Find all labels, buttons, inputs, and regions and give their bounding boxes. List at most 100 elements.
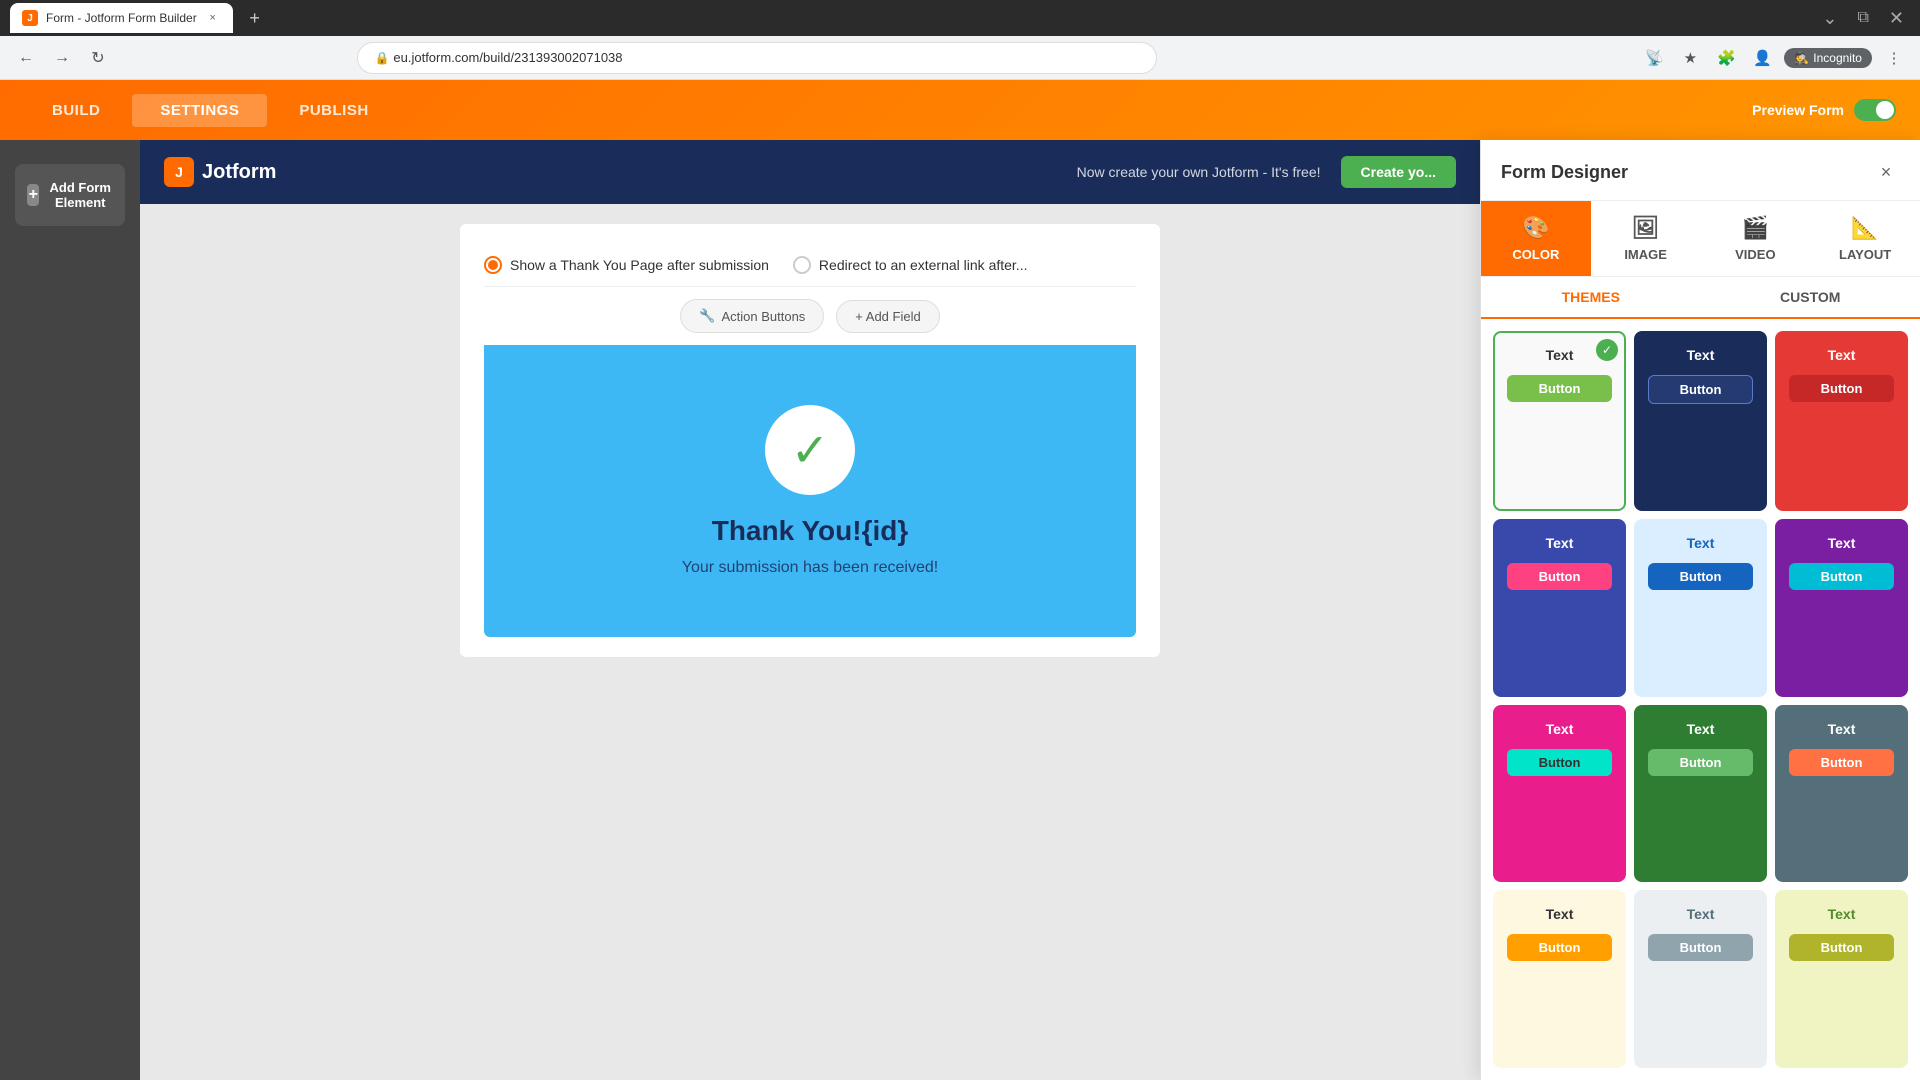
theme-slate[interactable]: Text Button — [1775, 705, 1908, 883]
theme-white[interactable]: ✓ Text Button — [1493, 331, 1626, 511]
action-buttons-row: 🔧 Action Buttons + Add Field — [484, 287, 1136, 345]
thank-you-title: Thank You!{id} — [508, 515, 1112, 547]
tab-title: Form - Jotform Form Builder — [46, 11, 197, 25]
theme-btn-navy: Button — [1648, 375, 1753, 404]
theme-silver[interactable]: Text Button — [1634, 890, 1767, 1068]
action-buttons-button[interactable]: 🔧 Action Buttons — [680, 299, 824, 333]
theme-light-blue[interactable]: Text Button — [1634, 519, 1767, 697]
thank-you-section: ✓ Thank You!{id} Your submission has bee… — [484, 345, 1136, 637]
theme-text-slate: Text — [1777, 707, 1906, 743]
theme-btn-lightblue: Button — [1648, 563, 1753, 590]
theme-selected-check: ✓ — [1596, 339, 1618, 361]
extensions-icon[interactable]: 🧩 — [1712, 44, 1740, 72]
logo-icon: J — [164, 157, 194, 187]
new-tab-button[interactable]: + — [241, 4, 269, 32]
add-icon: + — [27, 184, 39, 206]
color-tab-icon: 🎨 — [1522, 215, 1549, 241]
radio-thankyou-label: Show a Thank You Page after submission — [510, 257, 769, 273]
main-area: + Add Form Element J Jotform Now create … — [0, 140, 1920, 1080]
theme-btn-lime: Button — [1789, 934, 1894, 961]
panel-tabs2: THEMES CUSTOM — [1481, 277, 1920, 319]
theme-btn-green: Button — [1648, 749, 1753, 776]
favicon-icon: J — [22, 10, 38, 26]
back-button[interactable]: ← — [12, 44, 40, 72]
designer-panel: Form Designer × 🎨 COLOR 🖼 IMAGE 🎬 VIDEO … — [1480, 140, 1920, 1080]
nav-settings[interactable]: SETTINGS — [132, 94, 267, 127]
theme-text-silver: Text — [1636, 892, 1765, 928]
logo-text: Jotform — [202, 161, 276, 184]
url-text: eu.jotform.com/build/231393002071038 — [393, 50, 622, 65]
app-nav: BUILD SETTINGS PUBLISH — [24, 94, 397, 127]
preview-form-label: Preview Form — [1752, 102, 1844, 118]
jotform-banner: J Jotform Now create your own Jotform - … — [140, 140, 1480, 204]
radio-redirect-circle[interactable] — [793, 256, 811, 274]
preview-toggle[interactable] — [1854, 99, 1896, 121]
tab-color[interactable]: 🎨 COLOR — [1481, 201, 1591, 276]
tab-themes[interactable]: THEMES — [1481, 277, 1701, 319]
address-bar[interactable]: 🔒 eu.jotform.com/build/231393002071038 — [357, 42, 1157, 74]
panel-tabs1: 🎨 COLOR 🖼 IMAGE 🎬 VIDEO 📐 LAYOUT — [1481, 201, 1920, 277]
profile-icon[interactable]: 👤 — [1748, 44, 1776, 72]
incognito-icon: 🕵 — [1794, 51, 1809, 65]
theme-purple[interactable]: Text Button — [1775, 519, 1908, 697]
theme-green[interactable]: Text Button — [1634, 705, 1767, 883]
layout-tab-label: LAYOUT — [1839, 247, 1891, 262]
theme-text-navy: Text — [1636, 333, 1765, 369]
video-tab-label: VIDEO — [1735, 247, 1775, 262]
refresh-button[interactable]: ↻ — [84, 44, 112, 72]
theme-text-purple: Text — [1777, 521, 1906, 557]
tab-video[interactable]: 🎬 VIDEO — [1701, 201, 1811, 276]
image-tab-icon: 🖼 — [1632, 215, 1660, 241]
add-element-label: Add Form Element — [47, 180, 113, 210]
close-tab-icon[interactable]: × — [205, 10, 221, 26]
close-window-icon[interactable]: ✕ — [1883, 8, 1910, 29]
theme-navy[interactable]: Text Button — [1634, 331, 1767, 511]
add-field-label: + Add Field — [855, 309, 920, 324]
bookmark-icon[interactable]: ★ — [1676, 44, 1704, 72]
forward-button[interactable]: → — [48, 44, 76, 72]
minimize-icon[interactable]: ⌄ — [1816, 8, 1843, 29]
radio-thankyou-circle[interactable] — [484, 256, 502, 274]
add-element-button[interactable]: + Add Form Element — [15, 164, 125, 226]
add-field-button[interactable]: + Add Field — [836, 300, 939, 333]
theme-lime[interactable]: Text Button — [1775, 890, 1908, 1068]
thank-you-subtitle: Your submission has been received! — [508, 559, 1112, 577]
tab-custom[interactable]: CUSTOM — [1701, 277, 1920, 317]
create-button[interactable]: Create yo... — [1341, 156, 1456, 188]
panel-close-button[interactable]: × — [1872, 158, 1900, 186]
theme-btn-purple: Button — [1789, 563, 1894, 590]
toolbar-actions: 📡 ★ 🧩 👤 🕵 Incognito ⋮ — [1640, 44, 1908, 72]
video-tab-icon: 🎬 — [1742, 215, 1769, 241]
layout-tab-icon: 📐 — [1851, 215, 1878, 241]
checkmark-circle: ✓ — [765, 405, 855, 495]
theme-btn-white: Button — [1507, 375, 1612, 402]
theme-text-lightblue: Text — [1636, 521, 1765, 557]
theme-text-magenta: Text — [1495, 707, 1624, 743]
submission-options: Show a Thank You Page after submission R… — [484, 244, 1136, 286]
browser-tab[interactable]: J Form - Jotform Form Builder × — [10, 3, 233, 33]
action-buttons-label: Action Buttons — [721, 309, 805, 324]
radio-redirect[interactable]: Redirect to an external link after... — [793, 256, 1028, 274]
menu-icon[interactable]: ⋮ — [1880, 44, 1908, 72]
jotform-logo: J Jotform — [164, 157, 276, 187]
theme-red[interactable]: Text Button — [1775, 331, 1908, 511]
theme-btn-magenta: Button — [1507, 749, 1612, 776]
cast-icon[interactable]: 📡 — [1640, 44, 1668, 72]
restore-icon[interactable]: ⧉ — [1851, 9, 1874, 27]
radio-thankyou[interactable]: Show a Thank You Page after submission — [484, 256, 769, 274]
theme-btn-red: Button — [1789, 375, 1894, 402]
theme-indigo[interactable]: Text Button — [1493, 519, 1626, 697]
panel-header: Form Designer × — [1481, 140, 1920, 201]
form-canvas: J Jotform Now create your own Jotform - … — [140, 140, 1480, 1080]
nav-publish[interactable]: PUBLISH — [271, 94, 396, 127]
theme-magenta[interactable]: Text Button — [1493, 705, 1626, 883]
tab-layout[interactable]: 📐 LAYOUT — [1810, 201, 1920, 276]
banner-promo-text: Now create your own Jotform - It's free! — [1077, 164, 1321, 180]
action-buttons-icon: 🔧 — [699, 308, 715, 324]
radio-redirect-label: Redirect to an external link after... — [819, 257, 1028, 273]
theme-amber[interactable]: Text Button — [1493, 890, 1626, 1068]
left-sidebar: + Add Form Element — [0, 140, 140, 1080]
theme-grid: ✓ Text Button Text Button Text Button — [1481, 319, 1920, 1080]
tab-image[interactable]: 🖼 IMAGE — [1591, 201, 1701, 276]
nav-build[interactable]: BUILD — [24, 94, 128, 127]
